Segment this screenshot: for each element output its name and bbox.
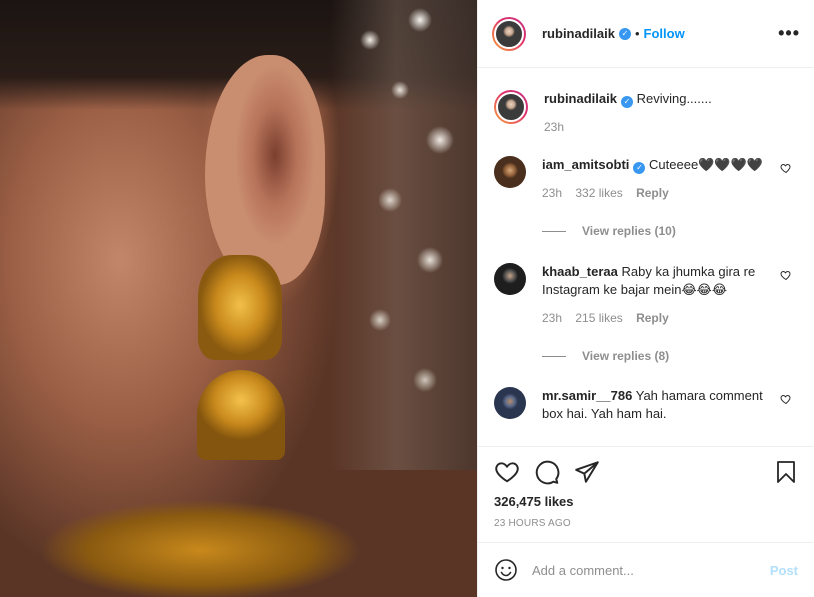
commenter-avatar-image: [494, 387, 526, 419]
post-timestamp[interactable]: 23 HOURS AGO: [494, 518, 798, 529]
view-replies-line: [542, 230, 566, 232]
commenter-avatar[interactable]: [494, 387, 526, 419]
comment-likes[interactable]: 332 likes: [575, 186, 622, 200]
author-username[interactable]: rubinadilaik: [542, 26, 615, 41]
verified-badge-icon: ✓: [633, 162, 646, 174]
separator-dot: •: [634, 26, 640, 41]
comment-like-heart-icon[interactable]: [780, 162, 792, 174]
post-caption: rubinadilaik ✓ Reviving....... 23h: [494, 69, 798, 134]
heart-icon[interactable]: [494, 459, 520, 485]
emoji-icon[interactable]: [494, 558, 518, 582]
photo-ear: [205, 55, 325, 285]
post-side-panel: rubinadilaik ✓ • Follow ••• rubinadilaik…: [477, 0, 814, 597]
caption-avatar[interactable]: [494, 90, 528, 124]
comment-composer: Post: [478, 542, 814, 597]
comment-body: khaab_teraa Raby ka jhumka gira re Insta…: [542, 263, 798, 325]
comment-time[interactable]: 23h: [542, 311, 562, 325]
photo-earring-top: [198, 255, 282, 360]
comment-username[interactable]: khaab_teraa: [542, 264, 618, 279]
comment-item: mr.samir__786 Yah hamara comment box hai…: [494, 387, 798, 423]
comment-username[interactable]: mr.samir__786: [542, 388, 632, 403]
likes-count[interactable]: 326,475 likes: [494, 494, 798, 509]
view-replies-label: View replies (8): [582, 349, 670, 363]
author-avatar[interactable]: [492, 16, 526, 51]
caption-meta: 23h: [544, 120, 798, 134]
post-actions: 326,475 likes 23 HOURS AGO: [478, 446, 814, 542]
photo-flowers: [330, 0, 477, 470]
comment-username[interactable]: iam_amitsobti: [542, 157, 629, 172]
comment-text-line: khaab_teraa Raby ka jhumka gira re Insta…: [542, 263, 770, 299]
comment-time[interactable]: 23h: [542, 186, 562, 200]
caption-body: rubinadilaik ✓ Reviving....... 23h: [544, 90, 798, 134]
bookmark-icon[interactable]: [774, 459, 798, 485]
commenter-avatar[interactable]: [494, 156, 526, 188]
commenter-avatar[interactable]: [494, 263, 526, 295]
share-icon[interactable]: [574, 459, 600, 485]
comment-like-heart-icon[interactable]: [780, 269, 792, 281]
comment-item: iam_amitsobti ✓ Cuteeee🖤🖤🖤🖤 23h 332 likes…: [494, 156, 798, 200]
caption-text: Reviving.......: [636, 91, 712, 106]
commenter-avatar-image: [494, 156, 526, 188]
author-avatar-image: [494, 18, 524, 49]
more-options-icon[interactable]: •••: [778, 23, 800, 44]
verified-badge-icon: ✓: [620, 96, 633, 108]
comment-text-line: iam_amitsobti ✓ Cuteeee🖤🖤🖤🖤: [542, 156, 770, 174]
comments-list[interactable]: rubinadilaik ✓ Reviving....... 23h iam_am…: [478, 69, 814, 446]
post-photo[interactable]: [0, 0, 477, 597]
comment-input[interactable]: [532, 562, 770, 578]
reply-button[interactable]: Reply: [636, 186, 669, 200]
commenter-avatar-image: [494, 263, 526, 295]
photo-necklace: [40, 470, 360, 597]
comment-item: khaab_teraa Raby ka jhumka gira re Insta…: [494, 263, 798, 325]
comment-meta: 23h 332 likes Reply: [542, 186, 770, 200]
comment-body: mr.samir__786 Yah hamara comment box hai…: [542, 387, 798, 423]
view-replies-label: View replies (10): [582, 224, 676, 238]
comment-text: Cuteeee🖤🖤🖤🖤: [649, 157, 763, 172]
comment-meta: 23h 215 likes Reply: [542, 311, 770, 325]
photo-earring-bell: [197, 370, 285, 460]
comment-likes[interactable]: 215 likes: [575, 311, 622, 325]
caption-text-line: rubinadilaik ✓ Reviving.......: [544, 90, 798, 108]
view-replies-button[interactable]: View replies (10): [542, 224, 798, 238]
caption-time[interactable]: 23h: [544, 120, 564, 134]
comment-icon[interactable]: [534, 459, 560, 485]
caption-username[interactable]: rubinadilaik: [544, 91, 617, 106]
comment-like-heart-icon[interactable]: [780, 393, 792, 405]
post-comment-button[interactable]: Post: [770, 563, 798, 578]
verified-badge-icon: ✓: [618, 27, 631, 40]
post-header: rubinadilaik ✓ • Follow •••: [478, 0, 814, 68]
caption-avatar-image: [496, 92, 526, 122]
view-replies-line: [542, 355, 566, 357]
reply-button[interactable]: Reply: [636, 311, 669, 325]
follow-button[interactable]: Follow: [644, 26, 685, 41]
action-icons: [494, 447, 798, 497]
comment-body: iam_amitsobti ✓ Cuteeee🖤🖤🖤🖤 23h 332 likes…: [542, 156, 798, 200]
view-replies-button[interactable]: View replies (8): [542, 349, 798, 363]
comment-text-line: mr.samir__786 Yah hamara comment box hai…: [542, 387, 770, 423]
